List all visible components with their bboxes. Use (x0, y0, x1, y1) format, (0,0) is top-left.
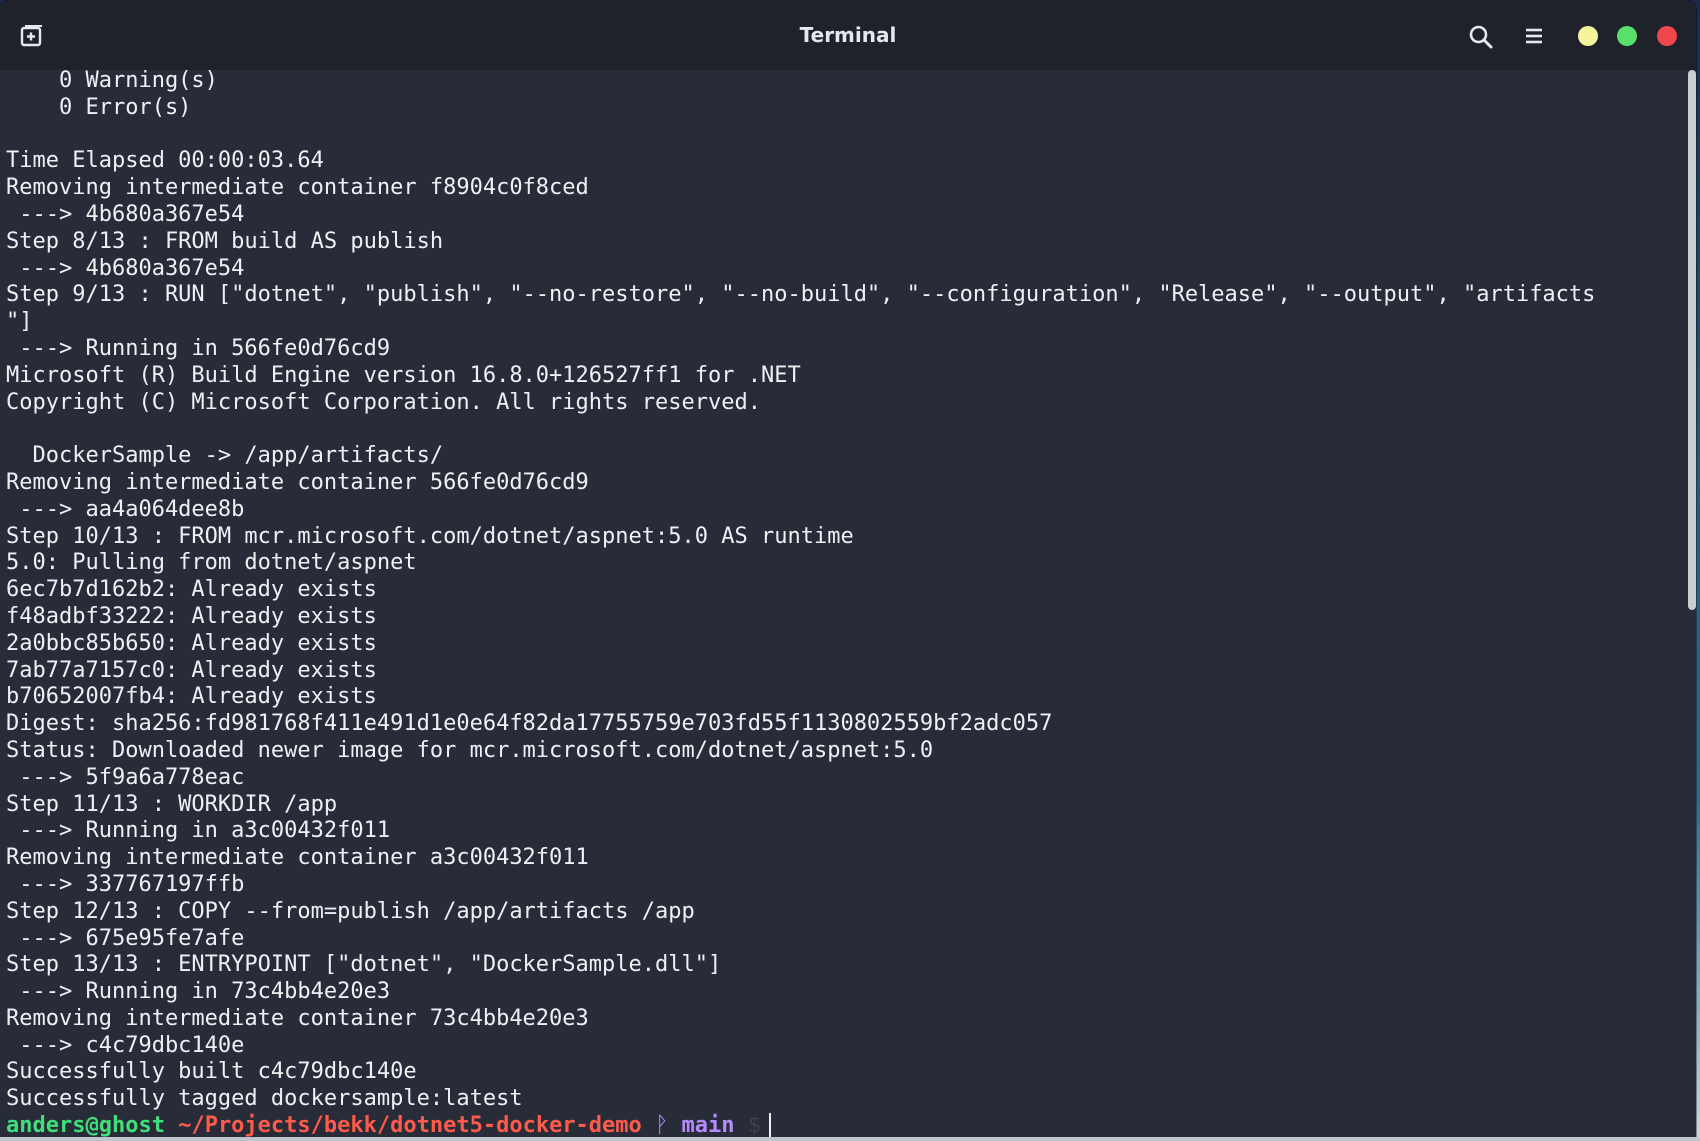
prompt-user-host: anders@ghost (6, 1113, 165, 1137)
terminal-line: Successfully built c4c79dbc140e (6, 1059, 417, 1085)
terminal-line: ---> 675e95fe7afe (6, 925, 245, 951)
terminal-line: b70652007fb4: Already exists (6, 684, 377, 710)
terminal-line: DockerSample -> /app/artifacts/ (6, 443, 444, 469)
terminal-line: Step 13/13 : ENTRYPOINT ["dotnet", "Dock… (6, 952, 722, 978)
close-button[interactable] (1657, 26, 1677, 46)
terminal-line: Microsoft (R) Build Engine version 16.8.… (6, 362, 801, 388)
search-icon (1469, 25, 1493, 49)
terminal-line: Step 10/13 : FROM mcr.microsoft.com/dotn… (6, 523, 854, 549)
search-button[interactable] (1468, 24, 1494, 50)
terminal-line: Copyright (C) Microsoft Corporation. All… (6, 389, 761, 415)
terminal-line: ---> Running in 566fe0d76cd9 (6, 335, 391, 361)
terminal-line: Successfully tagged dockersample:latest (6, 1086, 523, 1112)
text-cursor (768, 1113, 771, 1137)
terminal-line: 7ab77a7157c0: Already exists (6, 657, 377, 683)
terminal-line: 5.0: Pulling from dotnet/aspnet (6, 550, 417, 576)
prompt-branch: main (681, 1113, 735, 1137)
terminal-line: Step 11/13 : WORKDIR /app (6, 791, 338, 817)
menu-button[interactable] (1522, 24, 1546, 48)
terminal-line: ---> aa4a064dee8b (6, 496, 245, 522)
terminal-line: Removing intermediate container 73c4bb4e… (6, 1005, 589, 1031)
terminal-line: Step 8/13 : FROM build AS publish (6, 228, 444, 254)
minimize-button[interactable] (1578, 26, 1598, 46)
hamburger-menu-icon (1526, 28, 1542, 44)
terminal-line: ---> 5f9a6a778eac (6, 764, 245, 790)
new-tab-button[interactable] (20, 24, 46, 48)
terminal-window: Terminal 0 Warning(s) 0 Error(s) Time Ela… (0, 0, 1696, 1137)
prompt-path: ~/Projects/bekk/dotnet5-docker-demo (178, 1113, 642, 1137)
terminal-line: Step 12/13 : COPY --from=publish /app/ar… (6, 898, 695, 924)
terminal-line: 0 Warning(s) (6, 68, 218, 93)
prompt-symbol: $ (747, 1113, 761, 1137)
git-branch-icon: ᚹ (655, 1113, 669, 1137)
terminal-line: Status: Downloaded newer image for mcr.m… (6, 737, 934, 763)
terminal-line: Removing intermediate container 566fe0d7… (6, 469, 589, 495)
terminal-output[interactable]: 0 Warning(s) 0 Error(s) Time Elapsed 00:0… (0, 68, 1696, 1137)
terminal-line: Removing intermediate container f8904c0f… (6, 175, 589, 201)
terminal-line: "] (6, 309, 33, 335)
terminal-line: 0 Error(s) (6, 94, 192, 120)
terminal-line: ---> 4b680a367e54 (6, 255, 245, 281)
terminal-line: Digest: sha256:fd981768f411e491d1e0e64f8… (6, 711, 1053, 737)
terminal-line: ---> Running in a3c00432f011 (6, 818, 391, 844)
desktop-background-strip (0, 1137, 1700, 1141)
terminal-line: ---> c4c79dbc140e (6, 1032, 245, 1058)
terminal-line: ---> Running in 73c4bb4e20e3 (6, 979, 391, 1005)
title-bar: Terminal (0, 0, 1696, 70)
terminal-line: ---> 337767197ffb (6, 871, 245, 897)
terminal-line: 2a0bbc85b650: Already exists (6, 630, 377, 656)
terminal-line: Removing intermediate container a3c00432… (6, 845, 589, 871)
terminal-line: Time Elapsed 00:00:03.64 (6, 148, 324, 174)
terminal-line: ---> 4b680a367e54 (6, 201, 245, 227)
prompt-line[interactable]: anders@ghost ~/Projects/bekk/dotnet5-doc… (6, 1113, 1696, 1137)
terminal-line: 6ec7b7d162b2: Already exists (6, 577, 377, 603)
window-title: Terminal (799, 23, 897, 47)
terminal-line: f48adbf33222: Already exists (6, 603, 377, 629)
terminal-line: Step 9/13 : RUN ["dotnet", "publish", "-… (6, 282, 1596, 308)
maximize-button[interactable] (1617, 26, 1637, 46)
scrollbar[interactable] (1688, 70, 1696, 610)
new-tab-icon (20, 25, 42, 47)
